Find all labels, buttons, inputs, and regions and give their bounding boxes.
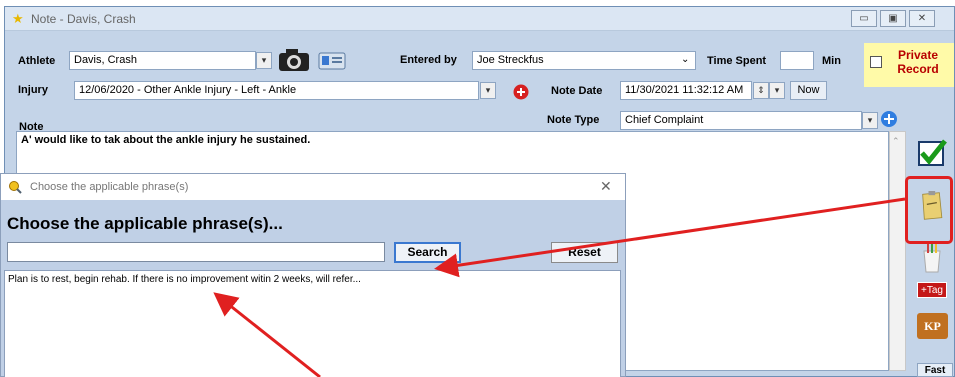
annotation-arrows — [213, 197, 906, 377]
annotation-arrow-to-list — [434, 197, 906, 278]
annotation-arrow-to-item — [213, 292, 321, 377]
screenshot: ★ Note - Davis, Crash ▭ ▣ ✕ Athlete Davi… — [0, 0, 955, 377]
